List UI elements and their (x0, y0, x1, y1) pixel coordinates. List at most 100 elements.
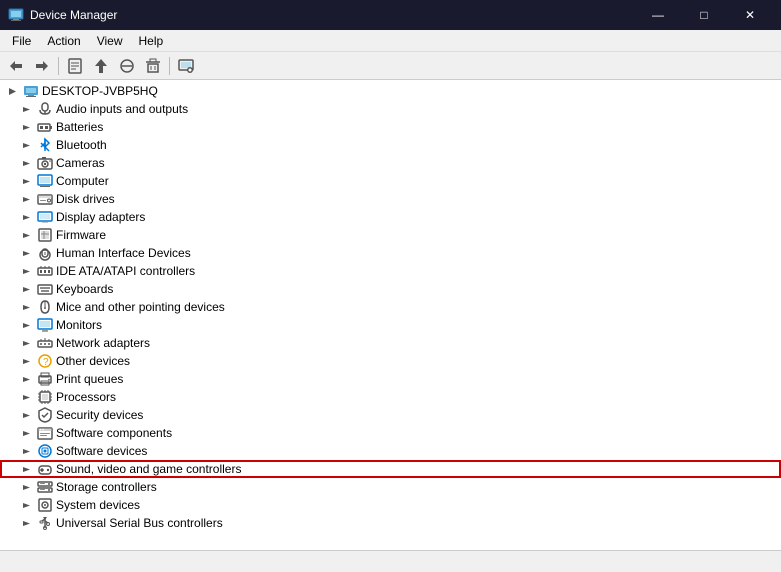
tree-item[interactable]: Network adapters (0, 334, 781, 352)
tree-item[interactable]: Software devices (0, 442, 781, 460)
tree-item[interactable]: Display adapters (0, 208, 781, 226)
expand-icon[interactable] (18, 173, 34, 189)
close-button[interactable]: ✕ (727, 0, 773, 30)
device-label: System devices (56, 498, 140, 512)
device-label: Network adapters (56, 336, 150, 350)
menu-help[interactable]: Help (131, 32, 172, 50)
expand-icon[interactable] (18, 443, 34, 459)
toolbar-disable[interactable] (115, 55, 139, 77)
window-title: Device Manager (30, 8, 635, 22)
expand-icon[interactable] (18, 335, 34, 351)
device-icon (37, 371, 53, 387)
device-label: Other devices (56, 354, 130, 368)
expand-icon[interactable] (18, 515, 34, 531)
toolbar (0, 52, 781, 80)
device-label: Software devices (56, 444, 147, 458)
tree-item[interactable]: Computer (0, 172, 781, 190)
expand-icon[interactable] (18, 281, 34, 297)
device-icon (37, 191, 53, 207)
device-label: Display adapters (56, 210, 145, 224)
expand-icon[interactable] (18, 299, 34, 315)
toolbar-properties[interactable] (63, 55, 87, 77)
tree-item[interactable]: Sound, video and game controllers (0, 460, 781, 478)
device-label: Computer (56, 174, 109, 188)
expand-icon[interactable] (18, 119, 34, 135)
tree-root[interactable]: DESKTOP-JVBP5HQ (0, 82, 781, 100)
expand-icon[interactable] (18, 155, 34, 171)
device-label: Universal Serial Bus controllers (56, 516, 223, 530)
tree-item[interactable]: Keyboards (0, 280, 781, 298)
expand-icon[interactable] (18, 389, 34, 405)
tree-item[interactable]: Processors (0, 388, 781, 406)
tree-item[interactable]: IDE ATA/ATAPI controllers (0, 262, 781, 280)
device-icon (37, 137, 53, 153)
expand-icon[interactable] (18, 245, 34, 261)
tree-item[interactable]: Universal Serial Bus controllers (0, 514, 781, 532)
device-icon (37, 515, 53, 531)
toolbar-uninstall[interactable] (141, 55, 165, 77)
tree-item[interactable]: Batteries (0, 118, 781, 136)
root-expand-icon[interactable] (4, 83, 20, 99)
device-label: IDE ATA/ATAPI controllers (56, 264, 195, 278)
minimize-button[interactable]: — (635, 0, 681, 30)
main-content: DESKTOP-JVBP5HQ Audio inputs and outputs… (0, 80, 781, 550)
device-icon (37, 479, 53, 495)
expand-icon[interactable] (18, 101, 34, 117)
svg-text:?: ? (43, 357, 49, 368)
tree-item[interactable]: Storage controllers (0, 478, 781, 496)
device-icon (37, 425, 53, 441)
tree-item[interactable]: Human Interface Devices (0, 244, 781, 262)
device-label: Security devices (56, 408, 143, 422)
tree-item[interactable]: Security devices (0, 406, 781, 424)
expand-icon[interactable] (18, 425, 34, 441)
toolbar-back[interactable] (4, 55, 28, 77)
device-icon (37, 443, 53, 459)
tree-item[interactable]: Cameras (0, 154, 781, 172)
device-label: Mice and other pointing devices (56, 300, 225, 314)
expand-icon[interactable] (18, 479, 34, 495)
device-label: Firmware (56, 228, 106, 242)
menu-file[interactable]: File (4, 32, 39, 50)
tree-item[interactable]: Bluetooth (0, 136, 781, 154)
tree-item[interactable]: Monitors (0, 316, 781, 334)
expand-icon[interactable] (18, 497, 34, 513)
tree-item[interactable]: ? Other devices (0, 352, 781, 370)
expand-icon[interactable] (18, 371, 34, 387)
tree-item[interactable]: Print queues (0, 370, 781, 388)
device-label: Human Interface Devices (56, 246, 191, 260)
tree-item[interactable]: Firmware (0, 226, 781, 244)
expand-icon[interactable] (18, 317, 34, 333)
toolbar-update-driver[interactable] (89, 55, 113, 77)
menu-view[interactable]: View (89, 32, 131, 50)
window-controls: — □ ✕ (635, 0, 773, 30)
tree-item[interactable]: Audio inputs and outputs (0, 100, 781, 118)
root-label: DESKTOP-JVBP5HQ (42, 84, 158, 98)
toolbar-sep-2 (169, 57, 170, 75)
expand-icon[interactable] (18, 137, 34, 153)
device-icon (37, 227, 53, 243)
device-label: Batteries (56, 120, 103, 134)
device-icon (37, 317, 53, 333)
device-label: Cameras (56, 156, 105, 170)
expand-icon[interactable] (18, 209, 34, 225)
device-tree[interactable]: DESKTOP-JVBP5HQ Audio inputs and outputs… (0, 80, 781, 550)
maximize-button[interactable]: □ (681, 0, 727, 30)
device-icon (37, 263, 53, 279)
expand-icon[interactable] (18, 407, 34, 423)
expand-icon[interactable] (18, 263, 34, 279)
device-label: Sound, video and game controllers (56, 462, 241, 476)
expand-icon[interactable] (18, 353, 34, 369)
expand-icon[interactable] (18, 461, 34, 477)
menu-action[interactable]: Action (39, 32, 88, 50)
device-label: Processors (56, 390, 116, 404)
expand-icon[interactable] (18, 227, 34, 243)
tree-item[interactable]: System devices (0, 496, 781, 514)
expand-icon[interactable] (18, 191, 34, 207)
toolbar-forward[interactable] (30, 55, 54, 77)
device-label: Audio inputs and outputs (56, 102, 188, 116)
toolbar-scan[interactable] (174, 55, 198, 77)
tree-item[interactable]: Disk drives (0, 190, 781, 208)
tree-item[interactable]: Software components (0, 424, 781, 442)
tree-item[interactable]: Mice and other pointing devices (0, 298, 781, 316)
device-icon: ? (37, 353, 53, 369)
